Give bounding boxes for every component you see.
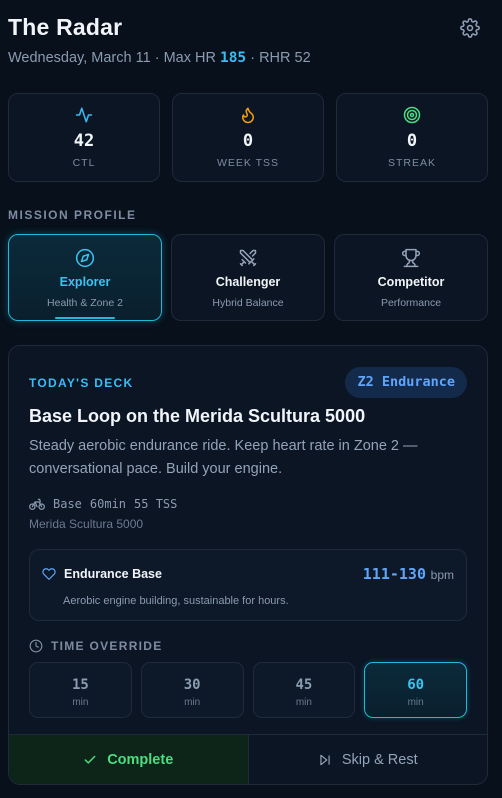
skip-forward-icon xyxy=(320,754,330,765)
workout-type: Base xyxy=(53,497,82,511)
time-unit: min xyxy=(184,697,201,708)
stat-value: 0 xyxy=(406,131,418,151)
time-value: 45 xyxy=(295,677,313,693)
time-value: 15 xyxy=(71,677,89,693)
time-option-60[interactable]: 60 min xyxy=(364,662,467,718)
activity-icon xyxy=(75,107,93,123)
page-title: The Radar xyxy=(8,14,123,40)
flame-icon xyxy=(242,107,254,124)
zone-unit: bpm xyxy=(430,568,454,582)
time-override-text: TIME OVERRIDE xyxy=(51,639,163,653)
skip-rest-label: Skip & Rest xyxy=(341,751,418,768)
time-override-options: 15 min 30 min 45 min 60 min xyxy=(29,662,467,718)
gear-icon[interactable] xyxy=(460,18,480,38)
time-unit: min xyxy=(407,697,424,708)
zone-description: Aerobic engine building, sustainable for… xyxy=(63,595,289,607)
time-override-label: TIME OVERRIDE xyxy=(29,639,163,653)
zone-panel: Endurance Base 111-130 bpm Aerobic engin… xyxy=(29,549,467,621)
workout-meta: Base 60min 55 TSS xyxy=(29,497,177,511)
stat-value: 0 xyxy=(242,131,254,151)
mission-profiles: Explorer Health & Zone 2 Challenger Hybr… xyxy=(8,234,488,321)
stat-ctl: 42 CTL xyxy=(8,93,160,182)
workout-tss: 55 TSS xyxy=(134,497,178,511)
workout-duration: 60min xyxy=(89,497,127,511)
deck-label: TODAY'S DECK xyxy=(29,376,134,390)
time-value: 60 xyxy=(407,677,425,693)
profile-competitor[interactable]: Competitor Performance xyxy=(334,234,488,321)
time-unit: min xyxy=(295,697,312,708)
profile-desc: Performance xyxy=(380,297,442,309)
stats-row: 42 CTL 0 WEEK TSS 0 STREAK xyxy=(8,93,488,182)
profile-challenger[interactable]: Challenger Hybrid Balance xyxy=(171,234,325,321)
time-option-15[interactable]: 15 min xyxy=(29,662,132,718)
max-hr-value: 185 xyxy=(219,50,247,66)
compass-icon xyxy=(75,248,95,268)
time-option-30[interactable]: 30 min xyxy=(140,662,244,718)
stat-label: WEEK TSS xyxy=(216,157,280,169)
workout-description: Steady aerobic endurance ride. Keep hear… xyxy=(29,438,418,477)
stat-label: STREAK xyxy=(387,157,436,169)
stat-week-tss: 0 WEEK TSS xyxy=(172,93,324,182)
workout-title: Base Loop on the Merida Scultura 5000 xyxy=(29,406,366,426)
zone-name: Endurance Base xyxy=(64,567,162,581)
profile-name: Explorer xyxy=(59,275,111,289)
deck-actions: Complete Skip & Rest xyxy=(9,734,487,784)
stat-value: 42 xyxy=(73,131,95,151)
bike-name: Merida Scultura 5000 xyxy=(29,517,144,531)
trophy-icon xyxy=(401,248,421,268)
rhr-text: RHR 52 xyxy=(259,50,311,66)
complete-button[interactable]: Complete xyxy=(9,735,249,784)
active-indicator xyxy=(55,317,115,319)
target-icon xyxy=(403,106,421,124)
stat-label: CTL xyxy=(72,157,96,169)
profile-name: Competitor xyxy=(377,275,445,289)
header: The Radar xyxy=(8,14,490,44)
profile-name: Challenger xyxy=(215,275,281,289)
max-hr-label: Max HR xyxy=(163,50,216,66)
bike-icon xyxy=(29,498,45,510)
profile-desc: Hybrid Balance xyxy=(212,297,284,309)
todays-deck-card: TODAY'S DECK Z2 Endurance Base Loop on t… xyxy=(8,345,488,785)
swords-icon xyxy=(239,249,257,267)
profile-explorer[interactable]: Explorer Health & Zone 2 xyxy=(8,234,162,321)
profile-desc: Health & Zone 2 xyxy=(47,297,123,309)
time-option-45[interactable]: 45 min xyxy=(252,662,356,718)
time-unit: min xyxy=(72,697,89,708)
mission-profile-label: MISSION PROFILE xyxy=(8,208,137,222)
heart-icon xyxy=(42,568,56,580)
complete-label: Complete xyxy=(107,751,174,768)
date-text: Wednesday, March 11 xyxy=(8,50,151,66)
check-icon xyxy=(84,755,96,764)
zone-badge: Z2 Endurance xyxy=(345,367,467,398)
zone-hr-range: 111-130 xyxy=(362,565,426,583)
time-value: 30 xyxy=(183,677,201,693)
stat-streak: 0 STREAK xyxy=(336,93,488,182)
clock-icon xyxy=(29,639,43,653)
header-subtitle: Wednesday, March 11 · Max HR 185 · RHR 5… xyxy=(8,50,311,66)
skip-rest-button[interactable]: Skip & Rest xyxy=(249,735,488,784)
